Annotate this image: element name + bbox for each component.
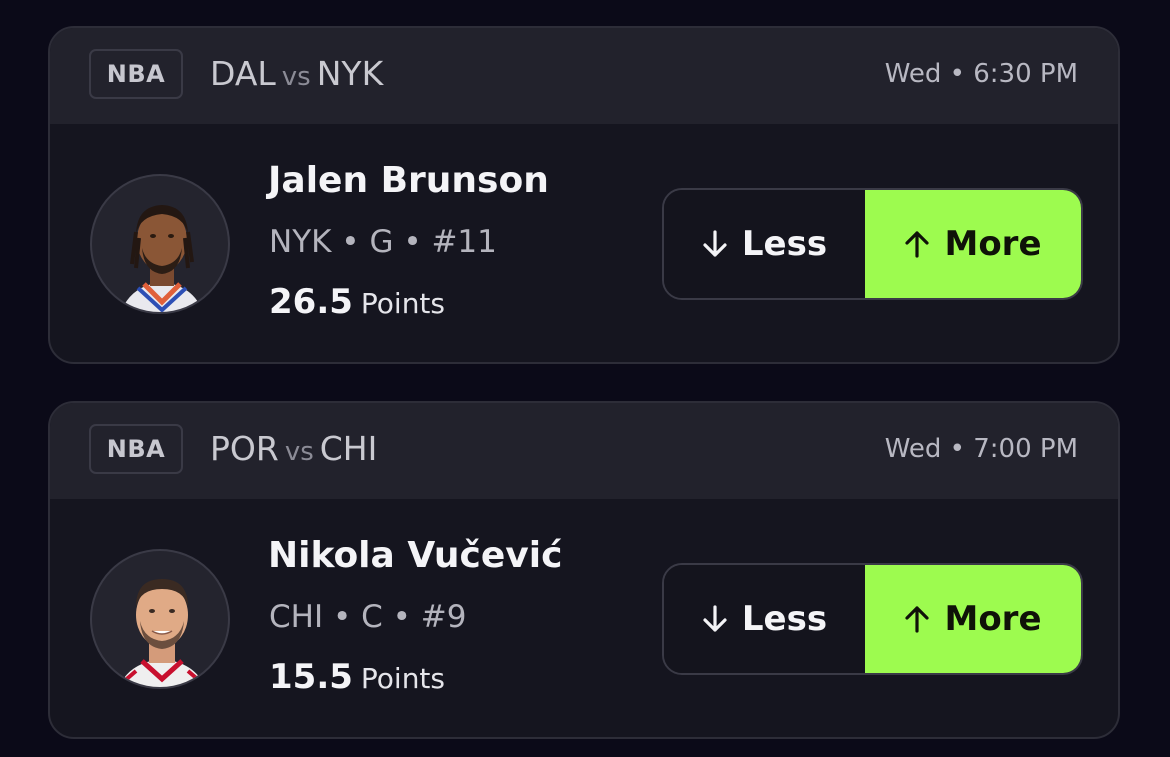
team-away: DAL	[210, 54, 276, 93]
league-badge: NBA	[89, 49, 183, 99]
more-button[interactable]: More	[865, 190, 1081, 298]
player-meta: CHI • C • #9	[269, 599, 467, 635]
team-away: POR	[210, 429, 279, 468]
projection-line: 15.5 Points	[269, 655, 445, 705]
arrow-down-icon	[702, 229, 728, 259]
line-value: 15.5	[269, 657, 353, 697]
card-header: NBA POR vs CHI Wed • 7:00 PM	[50, 403, 1118, 499]
less-button[interactable]: Less	[664, 190, 865, 298]
less-label: Less	[741, 224, 828, 264]
line-stat: Points	[360, 287, 445, 320]
player-meta: NYK • G • #11	[269, 224, 497, 260]
player-name: Nikola Vučević	[268, 535, 563, 576]
game-time: Wed • 7:00 PM	[884, 434, 1078, 464]
game-time: Wed • 6:30 PM	[884, 59, 1078, 89]
more-button[interactable]: More	[865, 565, 1081, 673]
line-value: 26.5	[269, 282, 353, 322]
card-header: NBA DAL vs NYK Wed • 6:30 PM	[50, 28, 1118, 124]
player-avatar	[90, 174, 230, 314]
projection-card: NBA POR vs CHI Wed • 7:00 PM Nikola Vučevi…	[48, 401, 1120, 739]
matchup: DAL vs NYK	[210, 54, 383, 97]
arrow-up-icon	[904, 229, 930, 259]
line-stat: Points	[360, 662, 445, 695]
team-home: NYK	[316, 54, 384, 93]
more-label: More	[944, 599, 1042, 639]
pick-toggle: Less More	[662, 563, 1083, 675]
arrow-down-icon	[702, 604, 728, 634]
team-home: CHI	[319, 429, 378, 468]
pick-toggle: Less More	[662, 188, 1083, 300]
more-label: More	[944, 224, 1042, 264]
less-button[interactable]: Less	[664, 565, 865, 673]
arrow-up-icon	[904, 604, 930, 634]
projection-line: 26.5 Points	[269, 280, 445, 330]
league-badge: NBA	[89, 424, 183, 474]
vs-label: vs	[284, 437, 314, 467]
matchup: POR vs CHI	[210, 429, 377, 472]
less-label: Less	[741, 599, 828, 639]
vs-label: vs	[281, 62, 311, 92]
player-avatar	[90, 549, 230, 689]
projection-card: NBA DAL vs NYK Wed • 6:30 PM Jalen Brunson…	[48, 26, 1120, 364]
player-name: Jalen Brunson	[268, 160, 549, 201]
